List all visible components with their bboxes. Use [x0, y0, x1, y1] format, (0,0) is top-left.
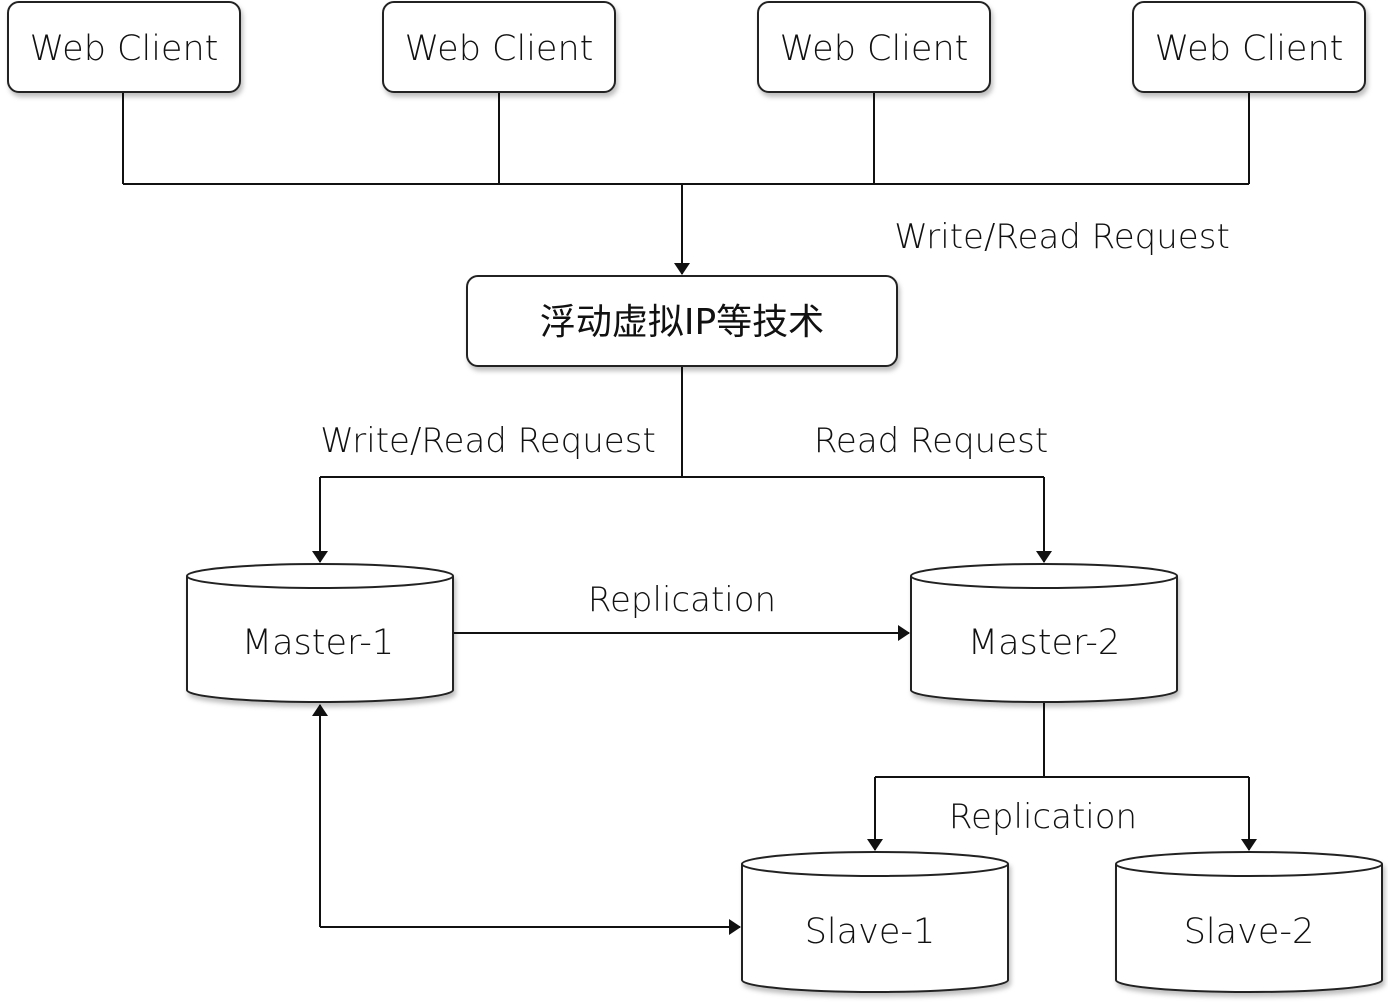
master1-to-master2-label: Replication — [588, 580, 776, 620]
architecture-diagram: Web Client Web Client Web Client Web Cli… — [7, 1, 1383, 993]
master2-to-slaves-label: Replication — [949, 797, 1137, 837]
web-client-node: Web Client — [1132, 1, 1366, 93]
slave-2-label: Slave-2 — [1184, 912, 1315, 952]
vip-to-master2-label: Read Request — [814, 421, 1048, 461]
web-client-node: Web Client — [7, 1, 241, 93]
web-client-label: Web Client — [1155, 29, 1344, 69]
web-client-label: Web Client — [780, 29, 969, 69]
master-1-label: Master-1 — [242, 623, 394, 663]
web-client-node: Web Client — [757, 1, 991, 93]
vip-to-master1-label: Write/Read Request — [320, 421, 656, 461]
master-2-label: Master-2 — [968, 623, 1120, 663]
vip-label: 浮动虚拟IP等技术 — [540, 302, 824, 343]
vip-master-edges — [312, 366, 1052, 563]
web-client-label: Web Client — [30, 29, 219, 69]
web-client-nodes: Web Client Web Client Web Client Web Cli… — [7, 1, 1366, 93]
web-client-label: Web Client — [405, 29, 594, 69]
vip-node: 浮动虚拟IP等技术 — [466, 275, 898, 367]
slave-1-label: Slave-1 — [805, 912, 936, 952]
clients-to-vip-label: Write/Read Request — [894, 217, 1230, 257]
web-client-node: Web Client — [382, 1, 616, 93]
